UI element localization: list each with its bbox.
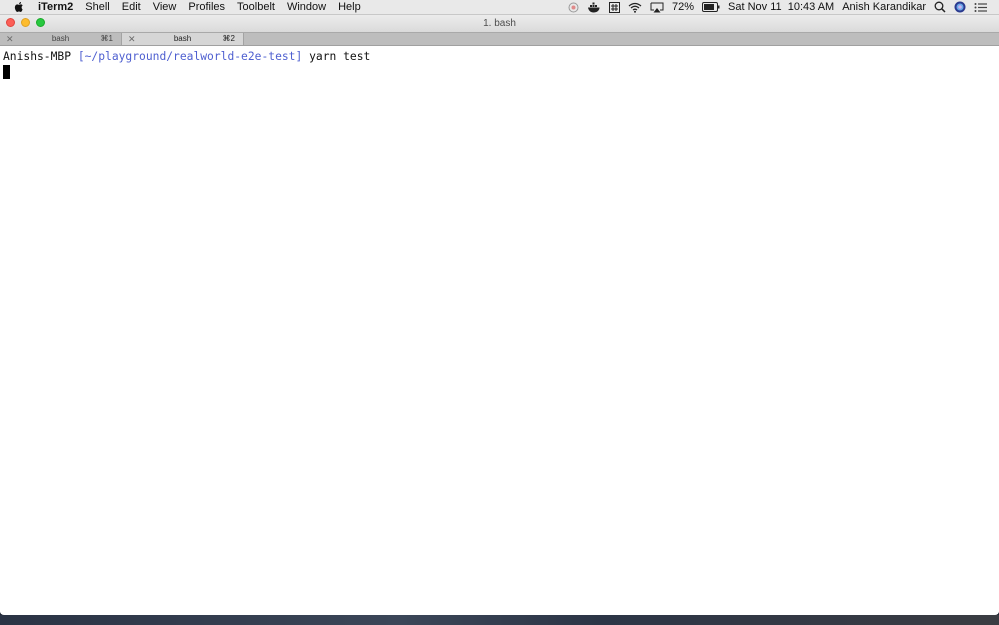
- tab-bash-2[interactable]: ✕ bash ⌘2: [122, 33, 244, 45]
- airplay-icon[interactable]: [650, 0, 664, 15]
- apple-icon[interactable]: [0, 0, 36, 15]
- menu-shell[interactable]: Shell: [79, 0, 115, 15]
- minimize-window-button[interactable]: [21, 18, 30, 27]
- notification-center-icon[interactable]: [974, 0, 987, 15]
- siri-icon[interactable]: [954, 0, 966, 15]
- tab-bash-1[interactable]: ✕ bash ⌘1: [0, 33, 122, 45]
- menu-bar-left: iTerm2 Shell Edit View Profiles Toolbelt…: [0, 0, 367, 14]
- command-text: yarn test: [309, 50, 371, 63]
- battery-percentage: 72%: [671, 0, 695, 13]
- menu-bar-status: 72% Sat Nov 11 10:43 AM Anish Karandikar: [564, 0, 999, 14]
- text-cursor: [3, 65, 10, 79]
- menu-help[interactable]: Help: [332, 0, 367, 15]
- battery-icon[interactable]: [702, 0, 720, 15]
- menu-window[interactable]: Window: [281, 0, 332, 15]
- menu-app-name[interactable]: iTerm2: [36, 0, 79, 15]
- window-title: 1. bash: [483, 18, 516, 29]
- menu-edit[interactable]: Edit: [116, 0, 147, 15]
- tab-bar: ✕ bash ⌘1 ✕ bash ⌘2: [0, 32, 999, 46]
- cursor-line: [3, 64, 996, 83]
- close-window-button[interactable]: [6, 18, 15, 27]
- clock[interactable]: Sat Nov 11 10:43 AM: [728, 0, 834, 15]
- search-icon[interactable]: [934, 0, 946, 15]
- terminal-window: 1. bash ✕ bash ⌘1 ✕ bash ⌘2 Anishs-MBP […: [0, 15, 999, 615]
- menu-view[interactable]: View: [147, 0, 183, 15]
- window-controls: [6, 18, 45, 27]
- tab-shortcut: ⌘2: [222, 34, 235, 43]
- prompt-host: Anishs-MBP: [3, 50, 72, 63]
- title-bar[interactable]: 1. bash: [0, 15, 999, 32]
- wifi-icon[interactable]: [628, 0, 642, 15]
- terminal-output[interactable]: Anishs-MBP [~/playground/realworld-e2e-t…: [0, 46, 999, 614]
- prompt-path: [~/playground/realworld-e2e-test]: [77, 50, 303, 63]
- desktop-background: [0, 615, 999, 625]
- menu-profiles[interactable]: Profiles: [182, 0, 231, 15]
- menu-toolbelt[interactable]: Toolbelt: [231, 0, 281, 15]
- prompt-line: Anishs-MBP [~/playground/realworld-e2e-t…: [3, 49, 996, 64]
- docker-icon[interactable]: [587, 0, 601, 15]
- menu-bar: iTerm2 Shell Edit View Profiles Toolbelt…: [0, 0, 999, 15]
- zoom-window-button[interactable]: [36, 18, 45, 27]
- tab-shortcut: ⌘1: [100, 34, 113, 43]
- hash-icon[interactable]: [608, 0, 620, 15]
- record-icon[interactable]: [568, 0, 579, 15]
- user-name[interactable]: Anish Karandikar: [842, 0, 926, 15]
